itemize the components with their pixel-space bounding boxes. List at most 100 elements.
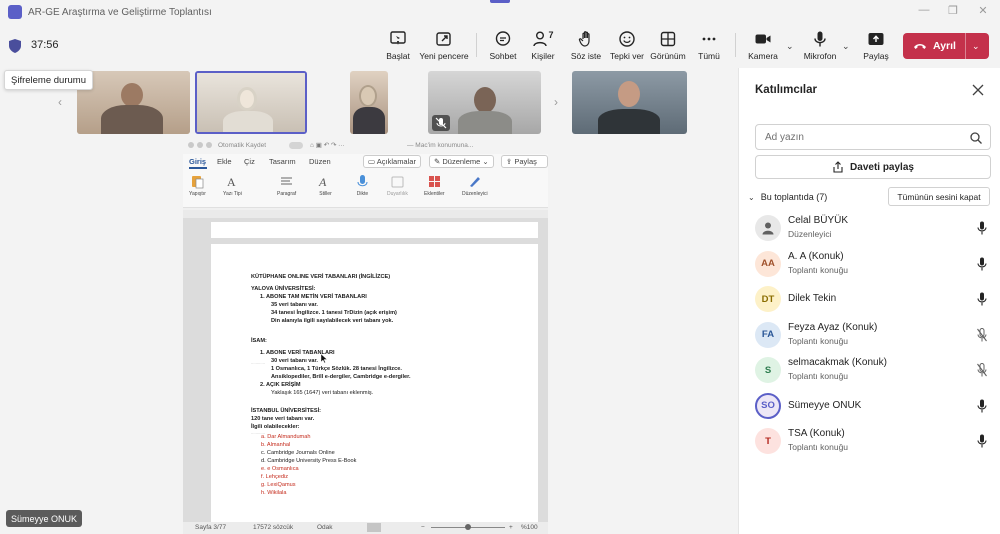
restore-icon[interactable]: ❐ bbox=[945, 4, 961, 17]
editing-button[interactable]: ✎ Düzenleme ⌄ bbox=[429, 155, 494, 168]
mute-all-button[interactable]: Tümünün sesini kapat bbox=[888, 187, 990, 206]
sensitivity-button[interactable]: Duyarlılık bbox=[387, 174, 408, 197]
close-window-icon[interactable]: ✕ bbox=[975, 4, 991, 17]
paste-button[interactable]: Yapıştır bbox=[189, 174, 206, 197]
avatar: SO bbox=[755, 392, 781, 419]
zoom-in-icon[interactable]: + bbox=[509, 524, 513, 531]
zoom-out-icon[interactable]: − bbox=[421, 524, 425, 531]
font-button[interactable]: A Yazı Tipi bbox=[223, 174, 242, 197]
video-tile[interactable] bbox=[572, 71, 687, 134]
share-invite-button[interactable]: Daveti paylaş bbox=[755, 155, 991, 179]
more-button[interactable]: Tümü bbox=[697, 30, 721, 64]
collapse-chevron-icon[interactable]: ⌄ bbox=[748, 193, 755, 202]
mic-on-icon[interactable] bbox=[977, 399, 987, 413]
shield-icon[interactable] bbox=[9, 39, 21, 53]
more-dots-icon bbox=[702, 37, 716, 41]
search-icon bbox=[970, 132, 982, 144]
mic-off-icon[interactable] bbox=[977, 363, 987, 377]
editor-pen-icon bbox=[470, 177, 481, 187]
styles-button[interactable]: A Stiller bbox=[318, 174, 333, 197]
document-line: İSTANBUL ÜNİVERSİTESİ: bbox=[251, 408, 322, 414]
editor-button[interactable]: Düzenleyici bbox=[462, 174, 488, 197]
camera-button[interactable]: Kamera bbox=[748, 30, 778, 64]
autosave-toggle[interactable] bbox=[289, 142, 303, 149]
tab-tasarim[interactable]: Tasarım bbox=[269, 157, 296, 166]
strip-next-icon[interactable]: › bbox=[554, 95, 558, 109]
participant-row[interactable]: FA Feyza Ayaz (Konuk) Toplantı konuğu bbox=[739, 317, 1000, 353]
document-line: e. e Osmanlıca bbox=[261, 466, 299, 472]
share-screen-button[interactable]: Paylaş bbox=[863, 30, 889, 64]
participant-search-input[interactable]: Ad yazın bbox=[755, 124, 991, 150]
participant-name: Dilek Tekin bbox=[788, 293, 837, 304]
participant-row[interactable]: SO Sümeyye ONUK bbox=[739, 388, 1000, 424]
focus-label[interactable]: Odak bbox=[317, 524, 333, 531]
new-window-button[interactable]: Yeni pencere bbox=[419, 30, 469, 64]
leave-options-chevron-icon[interactable]: ⌄ bbox=[972, 41, 980, 52]
view-button[interactable]: Görünüm bbox=[650, 30, 686, 64]
print-layout-icon[interactable] bbox=[367, 523, 381, 532]
tab-giris[interactable]: Giriş bbox=[189, 157, 206, 166]
paste-icon bbox=[191, 176, 204, 189]
addins-button[interactable]: Eklentiler bbox=[424, 174, 445, 197]
participant-row[interactable]: DT Dilek Tekin bbox=[739, 281, 1000, 317]
start-button[interactable]: Başlat bbox=[386, 30, 410, 64]
document-line: f. Lehçediz bbox=[261, 474, 289, 480]
section-in-meeting[interactable]: ⌄ Bu toplantıda (7) bbox=[748, 192, 827, 202]
participant-name: Celal BÜYÜK bbox=[788, 215, 849, 226]
minimize-icon[interactable]: — bbox=[916, 4, 932, 16]
close-icon[interactable] bbox=[972, 84, 984, 96]
raise-hand-button[interactable]: Söz iste bbox=[571, 30, 601, 64]
people-button[interactable]: 7 Kişiler bbox=[530, 30, 556, 64]
avatar: S bbox=[755, 357, 781, 383]
document-line: YALOVA ÜNİVERSİTESİ: bbox=[251, 286, 316, 292]
participant-row[interactable]: AA A. A (Konuk) Toplantı konuğu bbox=[739, 246, 1000, 282]
document-page[interactable]: KÜTÜPHANE ONLINE VERİ TABANLARI (İNGİLİZ… bbox=[211, 244, 538, 534]
tab-ciz[interactable]: Çiz bbox=[244, 157, 255, 166]
video-tile[interactable] bbox=[428, 71, 541, 134]
camera-options-chevron-icon[interactable]: ⌄ bbox=[786, 41, 794, 52]
toolbar-divider bbox=[476, 33, 477, 57]
participant-name: Sümeyye ONUK bbox=[788, 399, 862, 411]
participant-name: A. A (Konuk) bbox=[788, 250, 844, 262]
avatar: AA bbox=[755, 250, 781, 277]
word-share-button[interactable]: ⇪ Paylaş ⌄ bbox=[501, 155, 548, 177]
zoom-slider-thumb[interactable] bbox=[465, 524, 471, 530]
previous-page-bottom bbox=[211, 222, 538, 238]
mic-on-icon[interactable] bbox=[977, 434, 987, 448]
participant-row[interactable]: Sselmacakmak (Konuk) Toplantı konuğu bbox=[739, 352, 1000, 388]
shared-screen: Otomatik Kaydet ⌂ ▣ ↶ ↷ ··· — Mac'im kon… bbox=[183, 138, 548, 534]
zoom-level: %100 bbox=[521, 524, 538, 531]
document-line: Din alanıyla ilgili sayılabilecek veri t… bbox=[271, 318, 394, 324]
chat-button[interactable]: Sohbet bbox=[489, 30, 517, 64]
document-line: İlgili olabilecekler: bbox=[251, 424, 300, 430]
word-title-bar: Otomatik Kaydet ⌂ ▣ ↶ ↷ ··· — Mac'im kon… bbox=[183, 138, 548, 154]
mic-off-icon[interactable] bbox=[977, 327, 987, 342]
participants-panel: Katılımcılar Ad yazın Daveti paylaş ⌄ Bu… bbox=[738, 68, 1000, 534]
leave-button[interactable]: Ayrıl ⌄ bbox=[903, 33, 989, 59]
dictate-button[interactable]: Dikte bbox=[355, 174, 370, 197]
page-counter: Sayfa 3/77 bbox=[195, 524, 227, 531]
participant-row[interactable]: Celal BÜYÜK Düzenleyici bbox=[739, 210, 1000, 246]
tab-duzen[interactable]: Düzen bbox=[309, 157, 331, 166]
mic-on-icon[interactable] bbox=[977, 292, 987, 306]
paragraph-button[interactable]: Paragraf bbox=[277, 174, 296, 197]
word-count: 17572 sözcük bbox=[253, 524, 294, 531]
document-canvas[interactable]: KÜTÜPHANE ONLINE VERİ TABANLARI (İNGİLİZ… bbox=[183, 218, 548, 534]
document-line: KÜTÜPHANE ONLINE VERİ TABANLARI (İNGİLİZ… bbox=[251, 274, 391, 280]
video-tile[interactable] bbox=[77, 71, 190, 134]
participant-row[interactable]: T TSA (Konuk) Toplantı konuğu bbox=[739, 423, 1000, 459]
mic-button[interactable]: Mikrofon bbox=[802, 30, 838, 64]
document-line: 34 tanesi İngilizce. 1 tanesi TrDizin (a… bbox=[271, 310, 397, 316]
mic-on-icon[interactable] bbox=[977, 221, 987, 235]
word-status-bar: Sayfa 3/77 17572 sözcük Odak − + %100 bbox=[183, 522, 548, 534]
mic-options-chevron-icon[interactable]: ⌄ bbox=[842, 41, 850, 52]
presentation-icon bbox=[390, 31, 406, 45]
tab-ekle[interactable]: Ekle bbox=[217, 157, 232, 166]
comments-button[interactable]: ▭ Açıklamalar bbox=[363, 155, 421, 168]
strip-prev-icon[interactable]: ‹ bbox=[58, 95, 62, 109]
word-quick-icons: ⌂ ▣ ↶ ↷ ··· bbox=[310, 142, 345, 149]
react-button[interactable]: Tepki ver bbox=[610, 30, 644, 64]
mic-on-icon[interactable] bbox=[977, 257, 987, 271]
video-tile[interactable] bbox=[350, 71, 388, 134]
video-tile-active-speaker[interactable] bbox=[195, 71, 307, 134]
